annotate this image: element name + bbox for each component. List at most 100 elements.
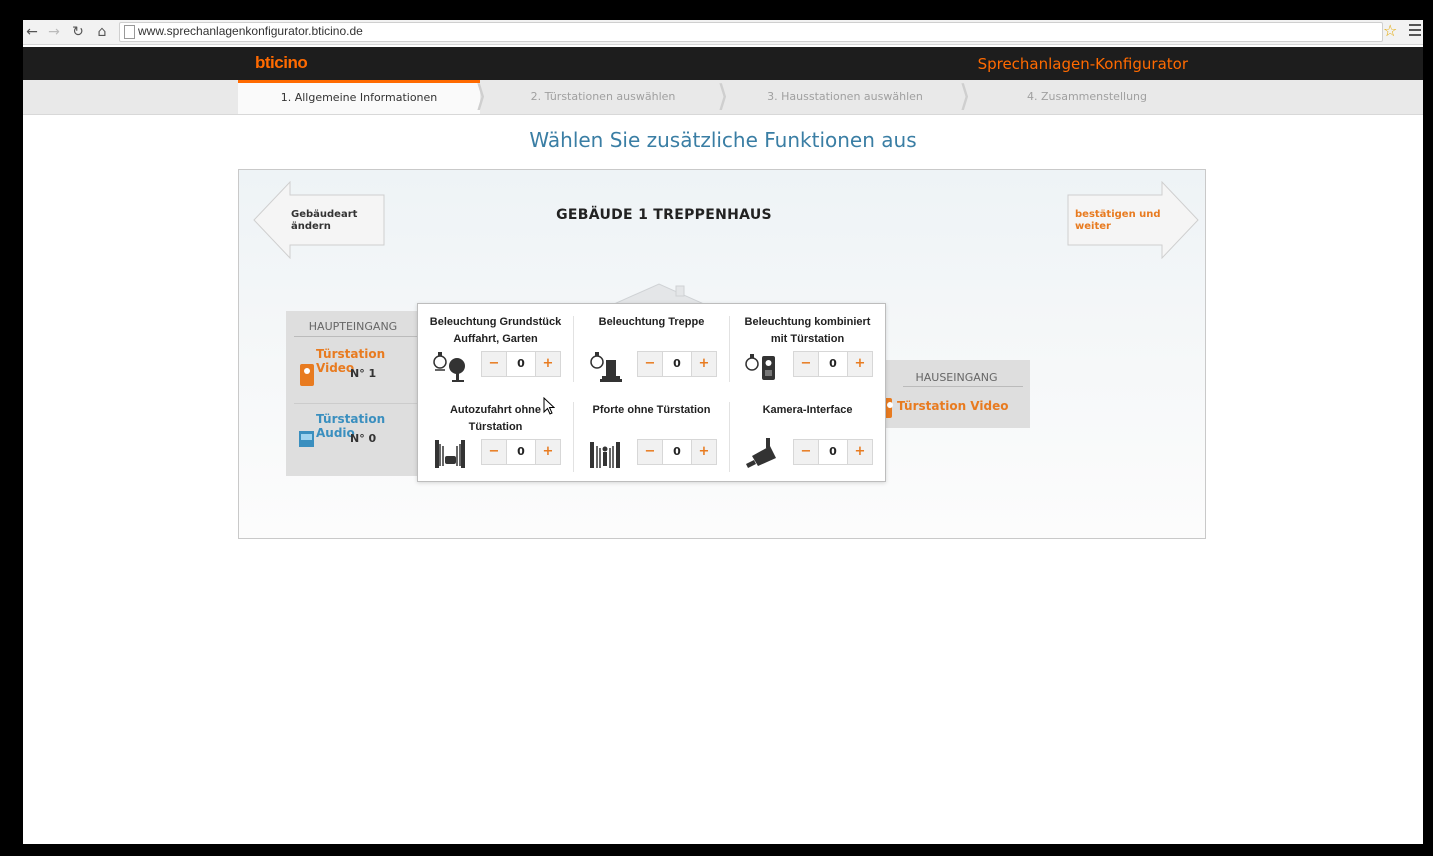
function-title-line1: Pforte ohne Türstation bbox=[592, 404, 711, 416]
quantity-value[interactable]: 0 bbox=[663, 440, 691, 464]
quantity-stepper: − 0 + bbox=[793, 439, 873, 465]
confirm-continue-label: bestätigen und weiter bbox=[1075, 209, 1161, 233]
step-4-label: 4. Zusammenstellung bbox=[1027, 90, 1147, 103]
quantity-value[interactable]: 0 bbox=[507, 440, 535, 464]
change-building-type-button[interactable]: Gebäudeart ändern bbox=[253, 180, 385, 260]
step-1-label: 1. Allgemeine Informationen bbox=[280, 91, 438, 104]
quantity-stepper: − 0 + bbox=[637, 351, 717, 377]
forward-arrow-icon[interactable]: → bbox=[45, 23, 63, 41]
divider bbox=[294, 336, 418, 337]
confirm-continue-line1: bestätigen und bbox=[1075, 209, 1161, 220]
step-3-tab[interactable]: 3. Hausstationen auswählen bbox=[735, 80, 955, 114]
confirm-continue-line2: weiter bbox=[1075, 221, 1111, 232]
divider bbox=[294, 403, 418, 404]
function-title-line1: Kamera-Interface bbox=[762, 404, 853, 416]
decrement-button[interactable]: − bbox=[638, 440, 663, 464]
function-title-line1: Beleuchtung kombiniert bbox=[744, 316, 871, 328]
home-icon[interactable]: ⌂ bbox=[93, 23, 111, 41]
video-door-station-icon bbox=[300, 364, 314, 386]
increment-button[interactable]: + bbox=[691, 352, 716, 376]
garage-gate-icon bbox=[435, 440, 465, 468]
additional-functions-popup: Beleuchtung Grundstück Auffahrt, Garten −… bbox=[417, 303, 886, 482]
browser-window: ← → ↻ ⌂ www.sprechanlagenkonfigurator.bt… bbox=[23, 20, 1423, 844]
decrement-button[interactable]: − bbox=[794, 440, 819, 464]
hauseingang-box: HAUSEINGANG Türstation Video bbox=[883, 360, 1030, 428]
lamp-tree-icon bbox=[433, 352, 465, 382]
change-building-line1: Gebäudeart bbox=[291, 209, 358, 220]
browser-menu-icon[interactable] bbox=[1409, 24, 1421, 39]
step-navigation: 1. Allgemeine Informationen ⟩ 2. Türstat… bbox=[23, 80, 1423, 115]
decrement-button[interactable]: − bbox=[482, 440, 507, 464]
address-bar[interactable]: www.sprechanlagenkonfigurator.bticino.de bbox=[119, 22, 1383, 42]
quantity-stepper: − 0 + bbox=[793, 351, 873, 377]
function-title-line1: Beleuchtung Treppe bbox=[598, 316, 705, 328]
step-1-tab[interactable]: 1. Allgemeine Informationen bbox=[238, 80, 480, 114]
hauseingang-station-name[interactable]: Türstation Video bbox=[897, 399, 1008, 413]
function-title: Kamera-Interface bbox=[730, 402, 885, 419]
function-gate: Pforte ohne Türstation − 0 + bbox=[574, 392, 729, 480]
step-2-label: 2. Türstationen auswählen bbox=[530, 90, 676, 103]
step-separator-icon: ⟩ bbox=[717, 79, 729, 114]
app-title: Sprechanlagen-Konfigurator bbox=[977, 55, 1188, 73]
quantity-stepper: − 0 + bbox=[481, 439, 561, 465]
quantity-value[interactable]: 0 bbox=[819, 352, 847, 376]
back-arrow-icon[interactable]: ← bbox=[23, 23, 41, 41]
step-2-tab[interactable]: 2. Türstationen auswählen bbox=[493, 80, 713, 114]
change-building-label: Gebäudeart ändern bbox=[291, 209, 357, 233]
function-title: Beleuchtung Treppe bbox=[574, 314, 729, 331]
increment-button[interactable]: + bbox=[691, 440, 716, 464]
quantity-stepper: − 0 + bbox=[637, 439, 717, 465]
page-title: Wählen Sie zusätzliche Funktionen aus bbox=[529, 128, 917, 152]
decrement-button[interactable]: − bbox=[482, 352, 507, 376]
step-separator-icon: ⟩ bbox=[959, 79, 971, 114]
function-title: Pforte ohne Türstation bbox=[574, 402, 729, 419]
quantity-value[interactable]: 0 bbox=[507, 352, 535, 376]
house-roof-icon bbox=[614, 283, 704, 304]
increment-button[interactable]: + bbox=[535, 352, 560, 376]
quantity-stepper: − 0 + bbox=[481, 351, 561, 377]
divider bbox=[903, 386, 1023, 387]
mouse-cursor-icon bbox=[543, 397, 555, 415]
hauseingang-label: HAUSEINGANG bbox=[915, 371, 998, 384]
function-title: Beleuchtung kombiniert mit Türstation bbox=[730, 314, 885, 348]
camera-icon bbox=[746, 438, 776, 468]
step-3-label: 3. Hausstationen auswählen bbox=[767, 90, 923, 103]
page-icon bbox=[124, 25, 135, 39]
browser-toolbar: ← → ↻ ⌂ www.sprechanlagenkonfigurator.bt… bbox=[23, 20, 1423, 45]
haupteingang-label: HAUPTEINGANG bbox=[308, 320, 398, 333]
gate-icon bbox=[590, 442, 620, 468]
quantity-value[interactable]: 0 bbox=[819, 440, 847, 464]
haupteingang-box: HAUPTEINGANG Türstation Video N° 1 Türst… bbox=[286, 311, 420, 476]
decrement-button[interactable]: − bbox=[794, 352, 819, 376]
step-4-tab[interactable]: 4. Zusammenstellung bbox=[977, 80, 1197, 114]
door-station-audio-count: N° 0 bbox=[350, 432, 377, 445]
lamp-stairs-icon bbox=[590, 352, 622, 382]
function-title-line2: mit Türstation bbox=[770, 333, 845, 345]
confirm-continue-button[interactable]: bestätigen und weiter bbox=[1067, 180, 1199, 260]
function-camera-interface: Kamera-Interface − 0 + bbox=[730, 392, 885, 480]
url-text: www.sprechanlagenkonfigurator.bticino.de bbox=[138, 24, 363, 38]
function-lighting-stairs: Beleuchtung Treppe − 0 + bbox=[574, 304, 729, 392]
door-station-video-count: N° 1 bbox=[350, 367, 377, 380]
site-header: bticino Sprechanlagen-Konfigurator bbox=[23, 47, 1423, 80]
decrement-button[interactable]: − bbox=[638, 352, 663, 376]
lamp-doorstation-icon bbox=[745, 354, 775, 380]
building-title: GEBÄUDE 1 TREPPENHAUS bbox=[556, 207, 772, 223]
increment-button[interactable]: + bbox=[535, 440, 560, 464]
function-lighting-combined: Beleuchtung kombiniert mit Türstation − 0… bbox=[730, 304, 885, 392]
increment-button[interactable]: + bbox=[847, 440, 872, 464]
configurator-panel: Gebäudeart ändern GEBÄUDE 1 TREPPENHAUS … bbox=[238, 169, 1206, 539]
audio-door-station-icon bbox=[299, 431, 314, 447]
function-title-line2: Auffahrt, Garten bbox=[453, 333, 538, 345]
change-building-line2: ändern bbox=[291, 221, 331, 232]
bticino-logo[interactable]: bticino bbox=[255, 53, 308, 73]
reload-icon[interactable]: ↻ bbox=[69, 23, 87, 41]
bookmark-star-icon[interactable]: ☆ bbox=[1383, 21, 1397, 40]
function-lighting-property: Beleuchtung Grundstück Auffahrt, Garten −… bbox=[418, 304, 573, 392]
function-title: Beleuchtung Grundstück Auffahrt, Garten bbox=[418, 314, 573, 348]
quantity-value[interactable]: 0 bbox=[663, 352, 691, 376]
increment-button[interactable]: + bbox=[847, 352, 872, 376]
function-title-line1: Beleuchtung Grundstück bbox=[429, 316, 562, 328]
function-title-line2: Türstation bbox=[468, 421, 523, 433]
step-separator-icon: ⟩ bbox=[475, 79, 487, 114]
